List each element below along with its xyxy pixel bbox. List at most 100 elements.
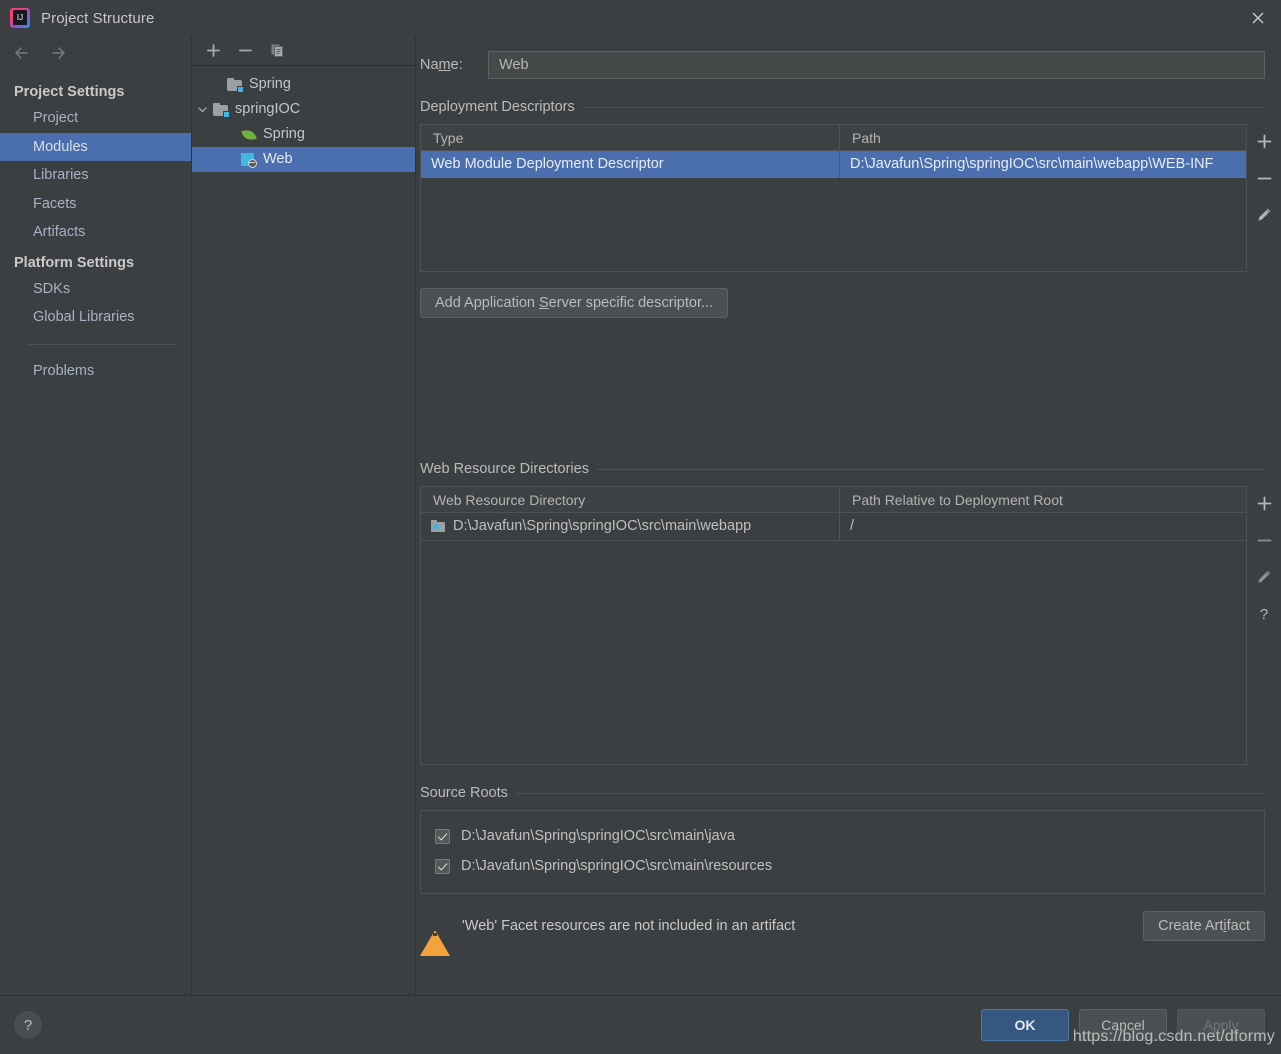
cancel-button[interactable]: Cancel [1079, 1009, 1167, 1041]
spring-leaf-icon [240, 128, 258, 142]
deployment-descriptors-actions [1247, 124, 1281, 272]
tree-node-label: springIOC [235, 101, 301, 117]
source-root-path: D:\Javafun\Spring\springIOC\src\main\res… [461, 858, 773, 874]
table-header: Type Path [421, 125, 1246, 151]
create-artifact-button[interactable]: Create Artifact [1143, 911, 1265, 941]
table-header: Web Resource Directory Path Relative to … [421, 487, 1246, 513]
sidebar-item-artifacts[interactable]: Artifacts [0, 218, 191, 247]
help-icon[interactable]: ? [1250, 600, 1278, 628]
help-icon[interactable]: ? [14, 1011, 42, 1039]
tree-node-label: Spring [249, 76, 291, 92]
tree-node-label: Spring [263, 126, 305, 142]
module-tree-pane: Spring springIOC Spring Web [192, 36, 416, 995]
sidebar-item-problems[interactable]: Problems [0, 357, 191, 386]
tree-node-springioc-module[interactable]: springIOC [192, 97, 415, 122]
section-title: Source Roots [420, 785, 508, 801]
column-header-type[interactable]: Type [421, 125, 839, 150]
module-icon [226, 77, 244, 93]
web-resource-directories-table: Web Resource Directory Path Relative to … [420, 486, 1247, 765]
add-application-server-descriptor-button[interactable]: Add Application Server specific descript… [420, 288, 729, 318]
nav-group-project-settings: Project Settings [14, 84, 125, 100]
cell-path: D:\Javafun\Spring\springIOC\src\main\web… [839, 151, 1246, 178]
nav-group-platform-settings: Platform Settings [14, 254, 135, 271]
source-root-item[interactable]: D:\Javafun\Spring\springIOC\src\main\res… [421, 851, 1264, 881]
source-root-path: D:\Javafun\Spring\springIOC\src\main\jav… [461, 828, 735, 844]
cell-relative-path: / [839, 513, 1246, 540]
tree-node-label: Web [263, 151, 293, 167]
settings-nav-list: Project Settings Project Modules Librari… [0, 70, 191, 385]
web-resource-directories-section-header: Web Resource Directories [420, 461, 1265, 477]
directory-icon [431, 520, 446, 533]
add-icon[interactable] [206, 43, 221, 58]
sidebar-divider [28, 343, 177, 345]
name-label: Name: [420, 57, 463, 73]
module-icon [212, 102, 230, 118]
warning-triangle-icon [420, 913, 450, 956]
add-icon[interactable] [1250, 489, 1278, 517]
arrow-left-icon[interactable] [12, 45, 34, 61]
web-facet-icon [240, 152, 258, 168]
source-root-item[interactable]: D:\Javafun\Spring\springIOC\src\main\jav… [421, 821, 1264, 851]
source-root-checkbox[interactable] [435, 858, 450, 874]
sidebar-item-sdks[interactable]: SDKs [0, 275, 191, 304]
edit-icon[interactable] [1250, 563, 1278, 591]
section-divider [596, 468, 1265, 470]
copy-icon[interactable] [270, 43, 285, 58]
module-tree-list: Spring springIOC Spring Web [192, 66, 415, 172]
tree-node-web-facet[interactable]: Web [192, 147, 415, 172]
artifact-warning-text: 'Web' Facet resources are not included i… [462, 918, 796, 934]
add-server-descriptor-wrap: Add Application Server specific descript… [420, 288, 1281, 318]
column-header-path[interactable]: Path [839, 125, 1246, 150]
name-row: Name: [420, 51, 1265, 79]
settings-sidebar: Project Settings Project Modules Librari… [0, 36, 192, 995]
add-icon[interactable] [1250, 127, 1278, 155]
sidebar-item-libraries[interactable]: Libraries [0, 161, 191, 190]
navigation-arrows [0, 36, 191, 70]
sidebar-item-global-libraries[interactable]: Global Libraries [0, 303, 191, 332]
web-resource-directories-actions: ? [1247, 486, 1281, 765]
window-title: Project Structure [41, 9, 155, 27]
dialog-footer: ? OK Cancel Apply https://blog.csdn.net/… [0, 995, 1281, 1054]
web-resource-directories-table-wrap: Web Resource Directory Path Relative to … [420, 486, 1281, 765]
source-roots-section-header: Source Roots [420, 785, 1265, 801]
close-icon[interactable] [1235, 0, 1281, 36]
apply-button[interactable]: Apply [1177, 1009, 1265, 1041]
section-divider [582, 106, 1265, 108]
cell-type: Web Module Deployment Descriptor [431, 156, 664, 172]
tree-node-spring-facet[interactable]: Spring [192, 122, 415, 147]
remove-icon[interactable] [1250, 526, 1278, 554]
facet-settings-panel: Name: Deployment Descriptors Type Path W… [416, 36, 1281, 995]
row-divider [421, 540, 1246, 541]
remove-icon[interactable] [238, 43, 253, 58]
section-title: Deployment Descriptors [420, 99, 575, 115]
source-root-checkbox[interactable] [435, 828, 450, 844]
column-header-relative-path[interactable]: Path Relative to Deployment Root [839, 487, 1246, 512]
chevron-down-icon[interactable] [192, 104, 212, 115]
arrow-right-icon[interactable] [48, 45, 70, 61]
deployment-descriptors-section-header: Deployment Descriptors [420, 99, 1265, 115]
section-divider [515, 792, 1265, 794]
edit-icon[interactable] [1250, 201, 1278, 229]
title-bar: Project Structure [0, 0, 1281, 36]
tree-node-spring-module[interactable]: Spring [192, 72, 415, 97]
cell-web-resource-directory: D:\Javafun\Spring\springIOC\src\main\web… [421, 513, 839, 540]
cell-text: D:\Javafun\Spring\springIOC\src\main\web… [453, 518, 752, 534]
section-title: Web Resource Directories [420, 461, 589, 477]
table-row[interactable]: D:\Javafun\Spring\springIOC\src\main\web… [421, 513, 1246, 540]
sidebar-item-modules[interactable]: Modules [0, 132, 191, 161]
remove-icon[interactable] [1250, 164, 1278, 192]
project-structure-dialog: Project Structure [0, 0, 1281, 1054]
table-row[interactable]: Web Module Deployment Descriptor D:\Java… [421, 151, 1246, 178]
module-tree-toolbar [192, 36, 415, 66]
intellij-logo-icon [10, 8, 30, 28]
ok-button[interactable]: OK [981, 1009, 1069, 1041]
deployment-descriptors-table: Type Path Web Module Deployment Descript… [420, 124, 1247, 272]
svg-text:?: ? [1260, 606, 1268, 622]
artifact-warning-row: 'Web' Facet resources are not included i… [420, 908, 1265, 956]
name-input[interactable] [488, 51, 1265, 79]
source-roots-box: D:\Javafun\Spring\springIOC\src\main\jav… [420, 810, 1265, 894]
sidebar-item-facets[interactable]: Facets [0, 190, 191, 219]
sidebar-item-project[interactable]: Project [0, 104, 191, 133]
column-header-web-resource-directory[interactable]: Web Resource Directory [421, 487, 839, 512]
dialog-body: Project Settings Project Modules Librari… [0, 36, 1281, 995]
